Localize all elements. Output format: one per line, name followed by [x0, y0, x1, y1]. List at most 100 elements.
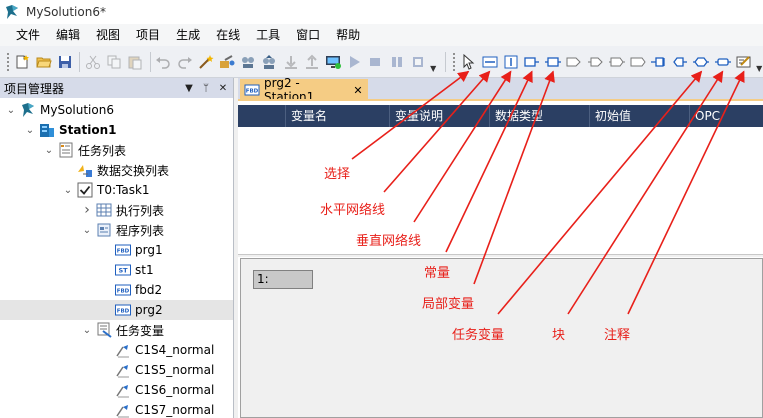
redo-icon[interactable] — [175, 51, 194, 73]
copy-icon[interactable] — [105, 51, 124, 73]
column-description[interactable]: 变量说明 — [389, 105, 489, 127]
collapse-chevron-icon[interactable]: ⌄ — [80, 323, 94, 337]
network-line-label[interactable]: 1: — [253, 270, 313, 289]
inout-variable-icon — [608, 57, 625, 66]
menu-project[interactable]: 项目 — [128, 24, 168, 46]
tree-item[interactable]: ⌄C1S5_normal — [0, 360, 233, 380]
column-initial-value[interactable]: 初始值 — [589, 105, 689, 127]
tree-item[interactable]: ⌄数据交换列表 — [0, 160, 233, 180]
download-icon[interactable] — [239, 51, 258, 73]
tree-item[interactable]: › 执行列表 — [0, 200, 233, 220]
undo-icon[interactable] — [154, 51, 173, 73]
collapse-chevron-icon[interactable]: ⌄ — [4, 103, 18, 117]
task-list-icon — [58, 142, 74, 158]
menu-window[interactable]: 窗口 — [288, 24, 328, 46]
stop-icon[interactable] — [366, 51, 385, 73]
pause-icon[interactable] — [387, 51, 406, 73]
run-icon[interactable] — [345, 51, 364, 73]
collapse-chevron-icon[interactable]: ⌄ — [61, 183, 75, 197]
close-tab-icon[interactable]: ✕ — [351, 84, 365, 97]
fbd-icon: FBD — [115, 242, 131, 258]
column-name[interactable]: 变量名 — [285, 105, 389, 127]
tree-item[interactable]: ⌄FBDfbd2 — [0, 280, 233, 300]
menu-file[interactable]: 文件 — [8, 24, 48, 46]
tree-item[interactable]: ⌄FBDprg2 — [0, 300, 233, 320]
select-tool[interactable] — [459, 51, 478, 73]
global-variable-tool[interactable] — [628, 51, 647, 73]
collapse-chevron-icon[interactable]: ⌄ — [23, 123, 37, 137]
collapse-chevron-icon[interactable]: ⌄ — [80, 223, 94, 237]
annotation-label: 任务变量 — [452, 328, 505, 343]
online-upload-icon[interactable] — [302, 51, 321, 73]
menu-online[interactable]: 在线 — [208, 24, 248, 46]
tree-item[interactable]: ⌄STst1 — [0, 260, 233, 280]
tree-item[interactable]: ⌄C1S6_normal — [0, 380, 233, 400]
inout-variable-tool[interactable] — [607, 51, 626, 73]
variable-table-body[interactable] — [238, 127, 763, 254]
collapse-chevron-icon[interactable]: ⌄ — [42, 143, 56, 157]
monitor-icon[interactable] — [323, 51, 342, 73]
local-variable-tool[interactable] — [544, 51, 563, 73]
open-folder-icon[interactable] — [34, 51, 53, 73]
tree-item[interactable]: ⌄ MySolution6 — [0, 100, 233, 120]
step-icon[interactable] — [408, 51, 427, 73]
column-data-type[interactable]: 数据类型 — [489, 105, 589, 127]
menu-build[interactable]: 生成 — [168, 24, 208, 46]
task-checkbox-icon — [77, 182, 93, 198]
toolbar-grip[interactable] — [6, 51, 10, 72]
toolbar-grip[interactable] — [451, 51, 456, 72]
expand-chevron-icon[interactable]: › — [80, 202, 94, 218]
tree-item-label: fbd2 — [135, 283, 163, 297]
connector-icon — [651, 56, 665, 67]
block-tool[interactable] — [713, 51, 732, 73]
input-variable-tool[interactable] — [565, 51, 584, 73]
tree-item-label: 程序列表 — [116, 223, 165, 238]
block-icon — [714, 57, 731, 66]
tree-item[interactable]: ⌄FBDprg1 — [0, 240, 233, 260]
menu-view[interactable]: 视图 — [88, 24, 128, 46]
row-header-column — [238, 105, 285, 127]
tree-item[interactable]: ⌄C1S7_normal — [0, 400, 233, 418]
menu-help[interactable]: 帮助 — [328, 24, 368, 46]
vertical-line-tool[interactable] — [501, 51, 520, 73]
tree-item[interactable]: ⌄ 程序列表 — [0, 220, 233, 240]
pin-icon[interactable]: ᛘ — [199, 83, 213, 94]
tree-item[interactable]: ⌄ 任务变量 — [0, 320, 233, 340]
variable-icon — [115, 382, 131, 398]
tree-item[interactable]: ⌄ 任务列表 — [0, 140, 233, 160]
toolbar-overflow-icon[interactable]: ▼ — [755, 51, 763, 73]
tree-item[interactable]: ⌄ Station1 — [0, 120, 233, 140]
title-bar: MySolution6* — [0, 0, 763, 24]
tree-item-label: MySolution6 — [40, 103, 114, 117]
tree-item-label: C1S6_normal — [135, 383, 215, 397]
horizontal-line-icon — [482, 56, 498, 67]
upload-icon[interactable] — [260, 51, 279, 73]
editor-splitter[interactable] — [238, 254, 763, 257]
solution-icon — [20, 102, 36, 118]
online-download-icon[interactable] — [281, 51, 300, 73]
column-opc[interactable]: OPC — [689, 105, 763, 127]
menu-tools[interactable]: 工具 — [248, 24, 288, 46]
cut-icon[interactable] — [83, 51, 102, 73]
rebuild-icon[interactable] — [217, 51, 236, 73]
comment-tool[interactable] — [734, 51, 753, 73]
close-icon[interactable]: ✕ — [216, 83, 230, 94]
panel-dropdown-icon[interactable]: ▼ — [182, 83, 196, 94]
tree-item[interactable]: ⌄C1S4_normal — [0, 340, 233, 360]
connector-tool[interactable] — [649, 51, 668, 73]
save-icon[interactable] — [55, 51, 74, 73]
annotation-label: 选择 — [324, 167, 351, 182]
tree-item[interactable]: ⌄ T0:Task1 — [0, 180, 233, 200]
paste-icon[interactable] — [126, 51, 145, 73]
toolbar-overflow-icon[interactable]: ▼ — [429, 51, 437, 73]
new-file-icon[interactable] — [13, 51, 32, 73]
horizontal-line-tool[interactable] — [480, 51, 499, 73]
menu-edit[interactable]: 编辑 — [48, 24, 88, 46]
build-wand-icon[interactable] — [196, 51, 215, 73]
output-variable-tool[interactable] — [586, 51, 605, 73]
return-tool[interactable] — [671, 51, 690, 73]
tab-prg2[interactable]: FBD prg2 - Station1 ✕ — [240, 76, 368, 104]
project-manager-panel: 项目管理器 ▼ ᛘ ✕ ⌄MySolution6⌄Station1⌄任务列表⌄数… — [0, 78, 234, 418]
task-variable-tool[interactable] — [692, 51, 711, 73]
constant-tool[interactable] — [522, 51, 541, 73]
